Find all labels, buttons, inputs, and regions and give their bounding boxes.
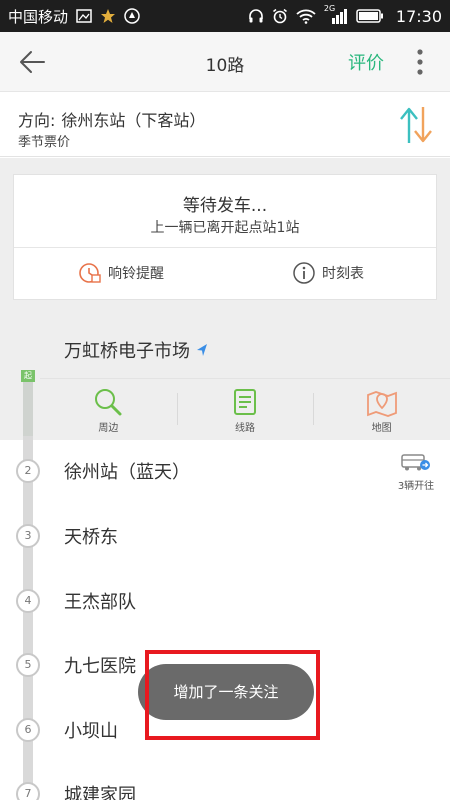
stop-number: 7 (16, 782, 40, 800)
selected-station[interactable]: 万虹桥电子市场 (64, 337, 208, 363)
headphones-icon (249, 9, 263, 23)
direction-line: 方向: 徐州东站（下客站） (18, 107, 211, 131)
season-fare-label: 季节票价 (18, 135, 71, 150)
notification-image-icon (76, 9, 92, 23)
stop-name: 九七医院 (64, 656, 136, 677)
stop-item[interactable]: 4 王杰部队 (0, 570, 450, 634)
alarm-icon (272, 8, 287, 24)
clock: 17:30 (395, 6, 442, 26)
stop-number: 6 (16, 718, 40, 742)
stop-item[interactable]: 3 天桥东 (0, 505, 450, 569)
stop-name: 小坝山 (64, 721, 118, 742)
stop-number: 2 (16, 459, 40, 483)
previous-bus-info: 上一辆已离开起点站1站 (150, 220, 300, 236)
annotation-highlight-box (145, 650, 320, 740)
direction-bar: 方向: 徐州东站（下客站） 季节票价 (0, 93, 450, 157)
bus-count: 3辆开往 (397, 481, 435, 492)
carrier-name: 中国移动 (8, 7, 69, 26)
rate-button[interactable]: 评价 (348, 49, 384, 75)
app-header: 10路 评价 (0, 32, 450, 92)
timetable-label: 时刻表 (322, 266, 364, 282)
direction-label: 方向: (18, 111, 56, 130)
stop-name: 徐州站（蓝天） (64, 462, 190, 483)
app-circle-icon (124, 8, 140, 24)
star-icon (101, 9, 116, 23)
waiting-status: 等待发车... (182, 196, 268, 216)
route-doc-icon (234, 389, 256, 415)
switch-direction-icon[interactable] (398, 103, 434, 147)
direction-value: 徐州东站（下客站） (61, 111, 206, 130)
nearby-label: 周边 (98, 423, 119, 434)
battery-icon (356, 9, 383, 23)
route-label: 线路 (235, 423, 255, 434)
stop-name: 王杰部队 (64, 592, 136, 613)
map-button[interactable]: 地图 (313, 379, 450, 438)
map-label: 地图 (371, 423, 392, 434)
location-arrow-icon (197, 344, 207, 356)
bus-status-card: 等待发车... 上一辆已离开起点站1站 响铃提醒 时刻表 (13, 174, 437, 300)
stop-name: 天桥东 (64, 527, 118, 548)
map-pin-icon (366, 391, 397, 417)
stop-item[interactable]: 7 城建家园 (0, 763, 450, 800)
start-station-tag: 起 (21, 370, 35, 382)
info-icon (293, 262, 315, 284)
route-button[interactable]: 线路 (176, 379, 314, 438)
station-tools: 周边 线路 地图 (40, 378, 450, 438)
cell-signal-icon: 2G (324, 4, 348, 25)
stop-number: 3 (16, 524, 40, 548)
incoming-bus-indicator: 3辆开往 (392, 454, 440, 492)
status-bar: 中国移动 2G 17:30 (0, 0, 450, 32)
stop-item[interactable]: 2 徐州站（蓝天） 3辆开往 (0, 440, 450, 504)
timetable-button[interactable]: 时刻表 (292, 259, 364, 287)
magnifier-icon (95, 389, 122, 416)
stop-name: 城建家园 (64, 785, 136, 800)
ring-alert-button[interactable]: 响铃提醒 (78, 259, 164, 287)
nearby-button[interactable]: 周边 (40, 379, 177, 438)
bus-icon (401, 454, 430, 471)
card-divider (14, 247, 436, 248)
more-options-icon[interactable] (410, 47, 430, 77)
bell-alarm-icon (79, 263, 101, 283)
selected-station-name: 万虹桥电子市场 (64, 341, 190, 362)
stop-number: 5 (16, 653, 40, 677)
stop-number: 4 (16, 589, 40, 613)
wifi-icon (296, 9, 316, 24)
ring-alert-label: 响铃提醒 (108, 266, 164, 282)
